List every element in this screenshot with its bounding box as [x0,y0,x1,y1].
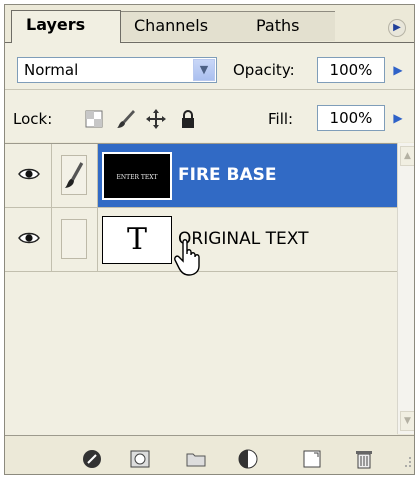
lock-image-icon[interactable] [115,108,137,130]
tab-paths[interactable]: Paths [235,11,335,41]
tab-bar: Paths Channels Layers ▶ [5,5,414,43]
adjustment-layer-icon[interactable] [237,448,259,470]
layer-style-icon[interactable] [81,448,103,470]
lock-position-icon[interactable] [145,108,167,130]
resize-grip-icon[interactable] [402,454,412,470]
layers-toolbar [5,435,414,474]
lock-transparent-icon[interactable] [83,108,105,130]
lock-label: Lock: [13,110,53,128]
scroll-up-icon[interactable]: ▲ [400,146,414,166]
layers-scrollbar[interactable]: ▲ ▼ [397,143,414,434]
eye-icon [18,232,40,244]
tab-layers-label: Layers [26,15,86,34]
panel-menu-icon[interactable]: ▶ [388,19,406,37]
fill-input[interactable]: 100% [317,105,385,131]
tab-channels[interactable]: Channels [115,11,239,41]
new-group-icon[interactable] [185,448,207,470]
link-slot [61,219,87,259]
photoshop-layers-panel-window: Paths Channels Layers ▶ Normal ▼ Opacity… [0,0,419,479]
layer-mask-icon[interactable] [129,448,151,470]
brush-slot [61,155,87,195]
visibility-toggle[interactable] [5,208,52,271]
lock-all-icon[interactable] [177,108,199,130]
layer-content-cell[interactable]: ENTER TEXT FIRE BASE [98,144,397,207]
chevron-down-icon[interactable]: ▼ [193,59,215,81]
layers-panel: Paths Channels Layers ▶ Normal ▼ Opacity… [4,4,415,475]
hand-cursor-icon [174,239,200,276]
type-layer-thumbnail: T [102,216,172,264]
tab-paths-label: Paths [256,16,300,35]
scroll-down-icon[interactable]: ▼ [400,411,414,431]
layer-thumbnail: ENTER TEXT [102,152,172,200]
opacity-input[interactable]: 100% [317,57,385,83]
tab-layers[interactable]: Layers [11,10,121,43]
fill-label: Fill: [268,110,294,128]
lock-fill-row: Lock: Fill: 100% ▶ [5,90,414,142]
opacity-label: Opacity: [233,61,295,79]
new-layer-icon[interactable] [301,448,323,470]
brush-icon [64,162,84,188]
eye-icon [18,168,40,180]
visibility-toggle[interactable] [5,144,52,207]
fill-slider-arrow-icon[interactable]: ▶ [387,105,409,131]
thumbnail-image: ENTER TEXT [116,174,157,181]
link-cell[interactable] [52,208,98,271]
trash-icon[interactable] [353,448,375,470]
layer-name[interactable]: FIRE BASE [178,165,277,185]
layers-list: ENTER TEXT FIRE BASE T ORIGINAL TEXT [5,143,397,435]
tab-channels-label: Channels [134,16,209,35]
layer-content-cell[interactable]: T ORIGINAL TEXT [98,208,397,271]
brush-link-cell[interactable] [52,144,98,207]
blend-mode-select[interactable]: Normal ▼ [17,57,217,83]
opacity-slider-arrow-icon[interactable]: ▶ [387,57,409,83]
blend-opacity-row: Normal ▼ Opacity: 100% ▶ [5,43,414,89]
blend-mode-value: Normal [24,61,79,79]
thumbnail-text: ENTER TEXT [116,174,157,181]
layer-row-fire-base[interactable]: ENTER TEXT FIRE BASE [5,144,397,208]
